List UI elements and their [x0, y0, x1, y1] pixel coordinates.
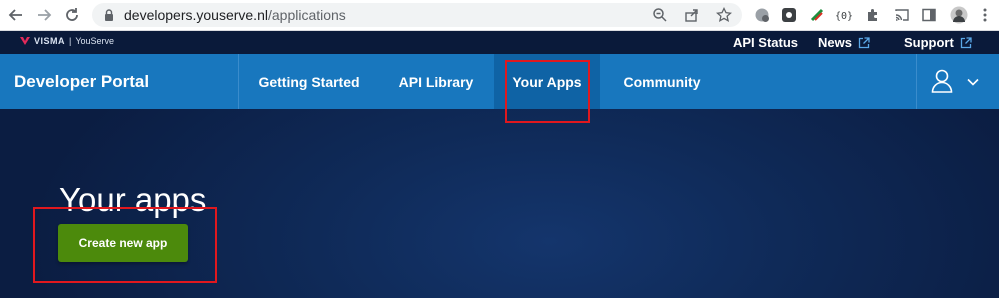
external-link-icon [858, 36, 870, 48]
share-icon[interactable] [684, 7, 700, 23]
cast-icon[interactable] [893, 6, 911, 24]
address-bar[interactable]: developers.youserve.nl/applications [92, 3, 742, 27]
developer-portal-title[interactable]: Developer Portal [14, 72, 149, 92]
news-label: News [818, 35, 852, 50]
nav-item-getting-started[interactable]: Getting Started [250, 54, 368, 109]
api-status-link[interactable]: API Status [733, 35, 798, 50]
visma-logo-icon [20, 37, 30, 45]
api-status-label: API Status [733, 35, 799, 50]
external-link-icon [960, 36, 972, 48]
extensions-puzzle-icon[interactable] [864, 6, 882, 24]
chevron-down-icon [967, 78, 979, 86]
url-path: /applications [267, 7, 346, 23]
extension-json-icon[interactable]: {0} [834, 6, 854, 24]
bookmark-star-icon[interactable] [715, 6, 733, 23]
lock-icon[interactable] [102, 8, 116, 22]
nav-divider [238, 54, 239, 109]
extension-evernote-icon[interactable] [780, 6, 798, 24]
url-host: developers.youserve.nl [124, 7, 268, 23]
brand-product: YouServe [75, 36, 115, 46]
zoom-icon[interactable] [652, 7, 668, 23]
more-menu-icon[interactable] [976, 6, 994, 24]
nav-item-api-library[interactable]: API Library [390, 54, 482, 109]
extension-translate-icon[interactable] [753, 6, 771, 24]
side-panel-icon[interactable] [920, 6, 938, 24]
support-link[interactable]: Support [904, 35, 972, 50]
user-icon [931, 69, 953, 93]
back-arrow-icon[interactable] [6, 5, 26, 25]
support-label: Support [904, 35, 954, 50]
reload-icon[interactable] [62, 5, 82, 25]
main-navigation: Developer Portal Getting Started API Lib… [0, 54, 999, 109]
nav-item-community[interactable]: Community [614, 54, 710, 109]
url-text: developers.youserve.nl/applications [124, 7, 346, 23]
extension-color-icon[interactable] [808, 6, 826, 24]
svg-text:{0}: {0} [835, 11, 853, 22]
brand-name: VISMA [34, 36, 66, 46]
top-utility-bar: VISMA | YouServe API Status News Support [0, 31, 999, 54]
highlight-box-your-apps [505, 60, 590, 123]
brand-separator: | [69, 36, 72, 46]
profile-avatar-icon[interactable] [950, 6, 968, 24]
forward-arrow-icon[interactable] [34, 5, 54, 25]
user-menu-button[interactable] [917, 54, 999, 109]
visma-youserve-logo[interactable]: VISMA | YouServe [20, 36, 114, 46]
highlight-box-create-app [33, 207, 217, 283]
news-link[interactable]: News [818, 35, 870, 50]
browser-toolbar: developers.youserve.nl/applications {0} [0, 0, 999, 31]
